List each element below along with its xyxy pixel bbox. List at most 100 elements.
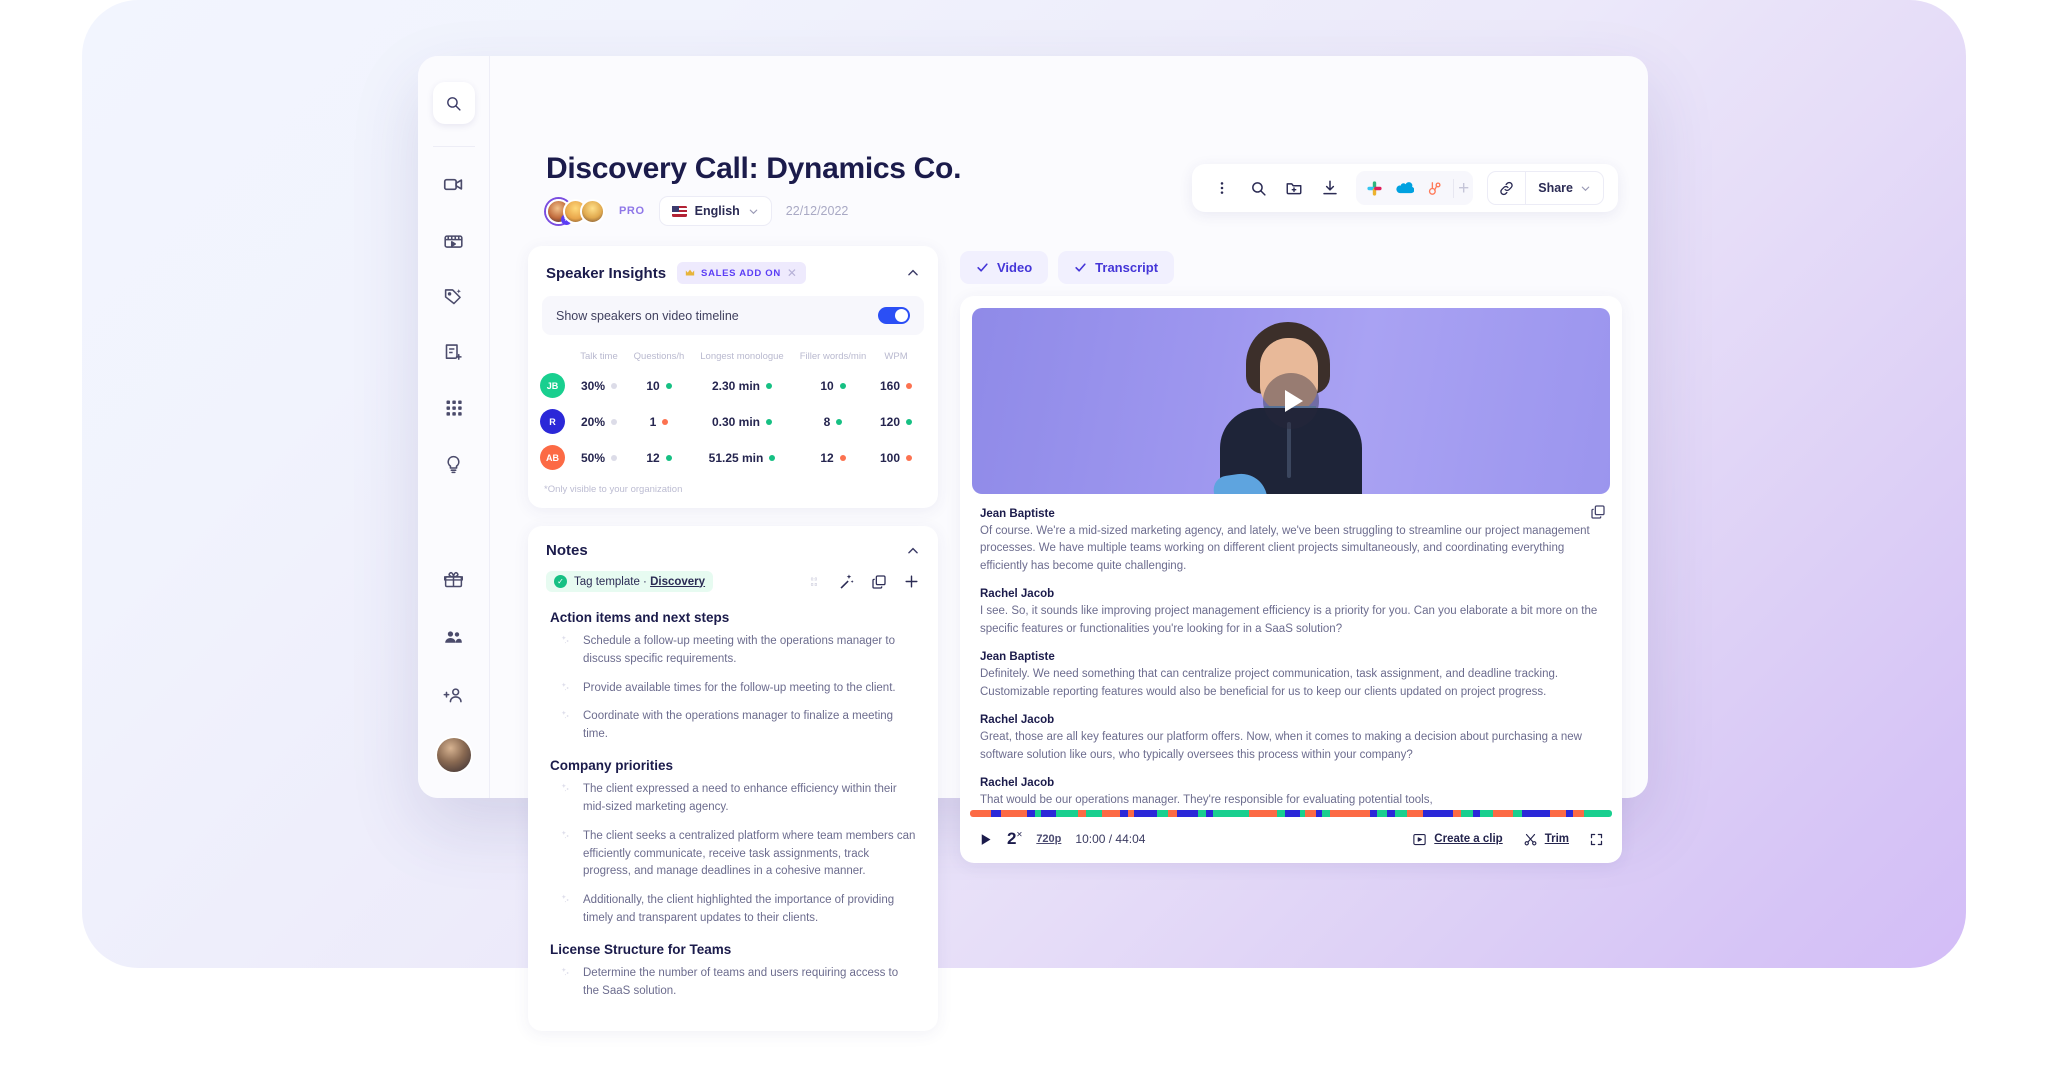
trim-button[interactable]: Trim bbox=[1523, 832, 1569, 847]
tab-transcript[interactable]: Transcript bbox=[1058, 251, 1175, 284]
sidebar-item-insights[interactable] bbox=[439, 449, 469, 479]
move-to-folder-button[interactable] bbox=[1278, 172, 1310, 204]
show-speakers-switch[interactable] bbox=[878, 307, 910, 324]
stat-value: 12 bbox=[820, 450, 834, 465]
transcript-panel[interactable]: Jean Baptiste Of course. We're a mid-size… bbox=[960, 494, 1622, 810]
more-options-button[interactable] bbox=[1206, 172, 1238, 204]
speaker-insights-card: Speaker Insights SALES ADD ON ✕ Show spe… bbox=[528, 246, 938, 508]
video-preview[interactable] bbox=[972, 308, 1610, 494]
timeline-segment bbox=[1550, 810, 1567, 817]
add-integration-button[interactable]: + bbox=[1453, 178, 1469, 198]
stat-value: 8 bbox=[823, 414, 831, 429]
timeline-segment bbox=[1198, 810, 1207, 817]
plus-icon bbox=[903, 573, 920, 590]
sidebar-item-referrals[interactable] bbox=[439, 564, 469, 594]
col-filler-words: Filler words/min bbox=[799, 351, 867, 362]
magic-wand-icon bbox=[838, 573, 855, 590]
transcript-text: I see. So, it sounds like improving proj… bbox=[980, 605, 1598, 635]
copy-notes-button[interactable] bbox=[871, 574, 887, 590]
sidebar-item-invite[interactable] bbox=[439, 680, 469, 710]
kebab-menu-icon bbox=[1214, 180, 1230, 196]
clapperboard-icon bbox=[443, 230, 464, 251]
download-button[interactable] bbox=[1314, 172, 1346, 204]
timeline-segment bbox=[1249, 810, 1278, 817]
table-row: R 20% 1 0.30 min 8 120 bbox=[540, 409, 926, 434]
stat-cell: 30% bbox=[570, 379, 628, 393]
transcript-text: That would be our operations manager. Th… bbox=[980, 794, 1433, 807]
add-note-button[interactable] bbox=[903, 573, 920, 590]
stat-value: 2.30 min bbox=[711, 378, 761, 393]
check-icon: ✓ bbox=[554, 575, 567, 588]
sidebar-item-templates[interactable] bbox=[439, 337, 469, 367]
avatar[interactable] bbox=[436, 738, 471, 772]
transcript-entries: Jean Baptiste Of course. We're a mid-size… bbox=[980, 508, 1602, 810]
playback-speed-button[interactable]: 2× bbox=[1007, 829, 1022, 849]
pro-badge: PRO bbox=[619, 205, 645, 217]
language-select[interactable]: English bbox=[658, 196, 772, 226]
tag-template-pill[interactable]: ✓ Tag template · Discovery bbox=[546, 571, 714, 592]
collapse-speaker-insights-button[interactable] bbox=[906, 266, 920, 280]
note-text: Additionally, the client highlighted the… bbox=[583, 894, 895, 924]
play-overlay-button[interactable] bbox=[1263, 373, 1319, 429]
magic-wand-button[interactable] bbox=[838, 573, 855, 590]
col-questions: Questions/h bbox=[633, 351, 685, 362]
play-button[interactable] bbox=[978, 832, 993, 847]
ai-summary-button[interactable]: 0:0 0:0 bbox=[806, 574, 822, 590]
timeline-segment bbox=[1460, 810, 1473, 817]
speaker-timeline[interactable] bbox=[970, 810, 1612, 817]
close-icon[interactable]: ✕ bbox=[787, 266, 798, 280]
search-button[interactable] bbox=[1242, 172, 1274, 204]
stat-cell: 160 bbox=[872, 379, 920, 393]
check-icon bbox=[976, 261, 989, 274]
resolution-button[interactable]: 720p bbox=[1036, 833, 1061, 845]
stat-cell: 1 bbox=[628, 415, 690, 429]
salesforce-integration-button[interactable] bbox=[1390, 174, 1418, 202]
timeline-segment bbox=[1329, 810, 1370, 817]
timeline-segment bbox=[1277, 810, 1286, 817]
scissors-icon bbox=[1523, 832, 1538, 847]
stat-value: 10 bbox=[646, 378, 660, 393]
sidebar-item-clips[interactable] bbox=[439, 225, 469, 255]
participant-avatars[interactable]: ★ bbox=[546, 198, 605, 225]
timeline-segment bbox=[1387, 810, 1396, 817]
timeline-segment bbox=[1056, 810, 1078, 817]
timeline-segment bbox=[1156, 810, 1168, 817]
stat-value: 100 bbox=[879, 450, 901, 465]
collapse-notes-button[interactable] bbox=[906, 544, 920, 558]
copy-link-button[interactable] bbox=[1488, 172, 1527, 204]
timeline-segment bbox=[1167, 810, 1177, 817]
notes-actions: 0:0 0:0 bbox=[806, 573, 920, 590]
sidebar-item-smart-tags[interactable] bbox=[439, 281, 469, 311]
show-speakers-toggle-row: Show speakers on video timeline bbox=[542, 296, 924, 335]
stat-cell: 120 bbox=[872, 415, 920, 429]
sidebar-search-button[interactable] bbox=[432, 82, 475, 124]
left-column: Speaker Insights SALES ADD ON ✕ Show spe… bbox=[528, 246, 938, 1032]
us-flag-icon bbox=[671, 205, 687, 217]
stat-value: 30% bbox=[580, 378, 606, 393]
stat-value: 12 bbox=[646, 450, 660, 465]
timeline-segment bbox=[1034, 810, 1042, 817]
fullscreen-button[interactable] bbox=[1589, 832, 1604, 847]
sidebar-item-team[interactable] bbox=[439, 622, 469, 652]
sidebar-item-apps[interactable] bbox=[439, 393, 469, 423]
status-dot bbox=[611, 418, 618, 425]
sparkle-icon bbox=[560, 634, 573, 669]
share-button[interactable]: Share bbox=[1526, 172, 1603, 204]
share-label: Share bbox=[1538, 181, 1573, 195]
slack-integration-button[interactable] bbox=[1360, 174, 1388, 202]
download-icon bbox=[1321, 179, 1339, 197]
search-icon bbox=[445, 95, 462, 112]
sidebar-item-recordings[interactable] bbox=[439, 169, 469, 199]
tab-video[interactable]: Video bbox=[960, 251, 1049, 284]
copy-transcript-button[interactable] bbox=[1590, 504, 1606, 520]
stat-cell: 10 bbox=[794, 379, 872, 393]
hubspot-integration-button[interactable] bbox=[1420, 174, 1448, 202]
status-dot bbox=[839, 382, 846, 389]
create-clip-button[interactable]: Create a clip bbox=[1412, 832, 1503, 847]
status-dot bbox=[839, 454, 846, 461]
note-text: Coordinate with the operations manager t… bbox=[583, 710, 894, 741]
speaker-insights-title: Speaker Insights bbox=[546, 264, 667, 282]
timeline-segment bbox=[1492, 810, 1513, 817]
list-item: Schedule a follow-up meeting with the op… bbox=[550, 633, 916, 669]
stat-value: 1 bbox=[649, 414, 657, 429]
